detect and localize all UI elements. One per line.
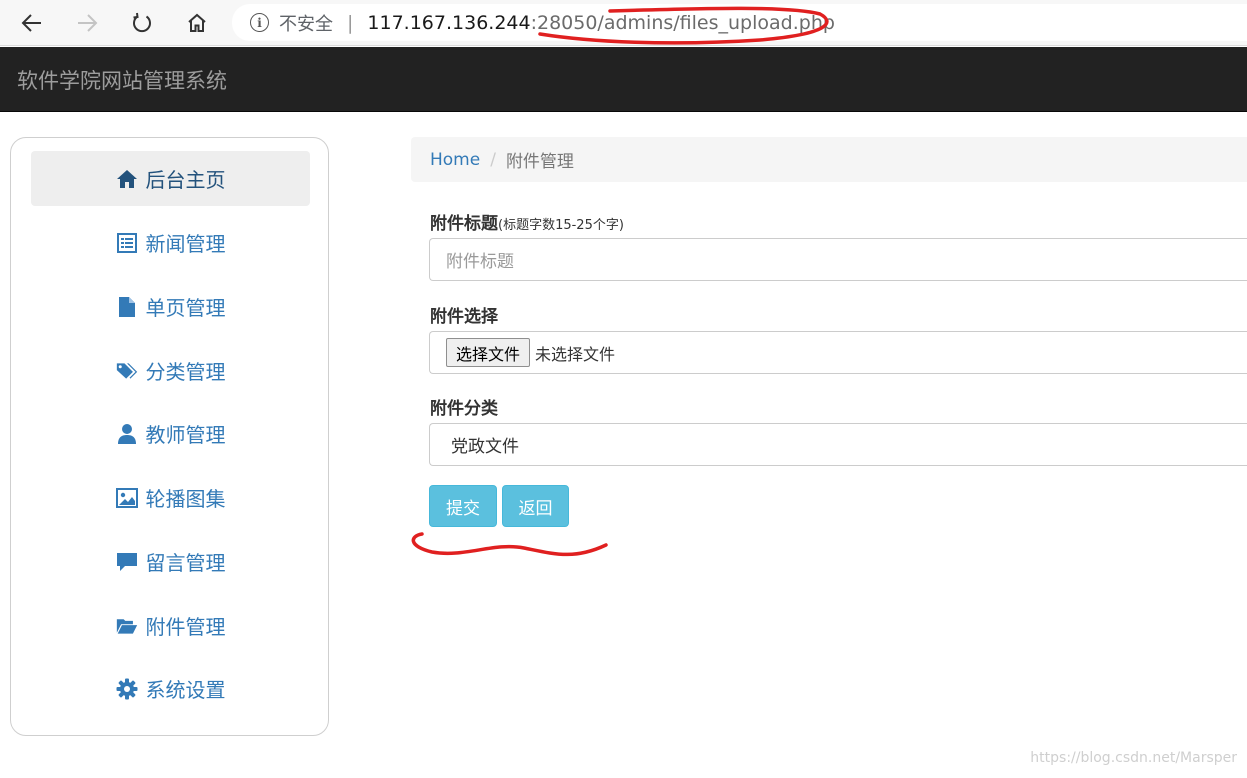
buttons-annotation-mark [411,532,608,557]
sidebar-item-carousel[interactable]: 轮播图集 [31,470,310,525]
sidebar-item-categories[interactable]: 分类管理 [31,343,310,398]
title-input[interactable]: 附件标题 [429,238,1247,281]
back-button[interactable] [17,8,47,38]
home-icon [116,168,138,190]
reload-icon [133,12,151,33]
url-host: 117.167.136.244 [367,11,531,34]
sidebar-item-pages[interactable]: 单页管理 [31,279,310,334]
browser-toolbar: i 不安全 | 117.167.136.244:28050/admins/fil… [0,0,1247,46]
url-path: :28050/admins/files_upload.php [530,11,835,34]
sidebar-item-dashboard[interactable]: 后台主页 [31,151,310,206]
address-separator: | [347,11,354,34]
reload-button[interactable] [127,8,157,38]
submit-button[interactable]: 提交 [429,485,497,527]
sidebar-item-label: 系统设置 [145,678,226,702]
watermark: https://blog.csdn.net/Marsper [1030,750,1237,766]
file-status-text: 未选择文件 [535,344,616,364]
home-button[interactable] [182,8,212,38]
forward-arrow-icon [78,14,98,32]
picture-icon [115,487,138,509]
sidebar-item-news[interactable]: 新闻管理 [31,215,310,270]
forward-button[interactable] [72,8,102,38]
breadcrumb-home-link[interactable]: Home [430,150,480,170]
home-icon [188,13,206,32]
info-icon[interactable]: i [250,13,269,32]
back-button-form[interactable]: 返回 [502,485,569,527]
breadcrumb-current: 附件管理 [505,152,574,172]
list-alt-icon [116,232,138,254]
breadcrumb-separator: / [490,149,496,170]
file-icon [116,296,138,318]
cog-icon [116,678,138,700]
sidebar-item-messages[interactable]: 留言管理 [31,534,310,589]
security-label: 不安全 [279,13,333,35]
address-bar[interactable]: i 不安全 | 117.167.136.244:28050/admins/fil… [232,4,1247,41]
file-input-wrapper: 选择文件 未选择文件 [429,331,1247,374]
folder-open-icon [116,615,138,637]
tags-icon [116,360,138,382]
category-select[interactable]: 党政文件 [429,423,1247,466]
sidebar-item-label: 分类管理 [145,360,226,384]
comment-icon [116,551,138,573]
title-label-text: 附件标题 [430,214,498,234]
sidebar-item-label: 附件管理 [145,615,226,639]
sidebar-item-label: 后台主页 [145,168,226,192]
sidebar-item-label: 单页管理 [145,296,226,320]
title-field-label: 附件标题(标题字数15-25个字) [430,209,624,234]
title-placeholder: 附件标题 [446,252,514,272]
sidebar-item-teachers[interactable]: 教师管理 [31,406,310,461]
sidebar-item-attachments[interactable]: 附件管理 [31,598,310,653]
site-brand[interactable]: 软件学院网站管理系统 [17,65,227,95]
sidebar-item-label: 轮播图集 [145,487,226,511]
sidebar-item-settings[interactable]: 系统设置 [31,661,310,716]
category-field-label: 附件分类 [430,399,498,419]
sidebar-item-label: 新闻管理 [145,232,226,256]
sidebar-item-label: 留言管理 [145,551,226,575]
breadcrumb: Home / 附件管理 [411,137,1247,182]
title-hint: (标题字数15-25个字) [498,218,624,233]
sidebar-item-label: 教师管理 [145,423,226,447]
top-navbar: 软件学院网站管理系统 [0,47,1247,112]
back-arrow-icon [21,14,41,32]
file-field-label: 附件选择 [430,307,498,327]
user-icon [116,423,138,445]
sidebar: 后台主页 新闻管理 单页管理 分类管理 教师管理 轮播图集 留言管理 附件管理 … [10,137,329,736]
choose-file-button[interactable]: 选择文件 [446,338,531,367]
category-selected-value: 党政文件 [451,437,519,457]
